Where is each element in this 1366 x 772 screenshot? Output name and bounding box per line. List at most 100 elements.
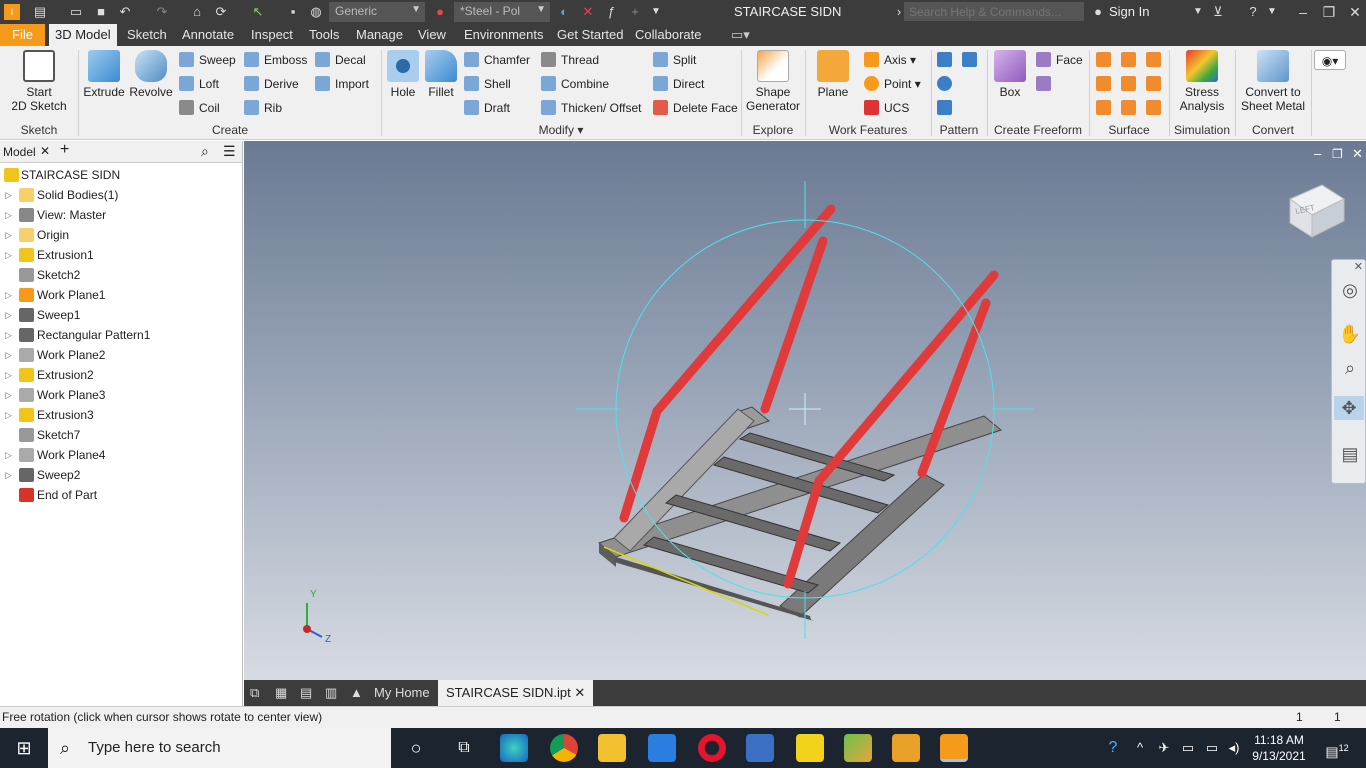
surface-thicken-button[interactable] — [1096, 50, 1116, 70]
mirror-button[interactable] — [962, 50, 982, 70]
customize-dropdown-icon[interactable]: ▼ — [648, 4, 664, 20]
staircase-model[interactable] — [597, 406, 1003, 621]
material-dropdown[interactable]: Generic ▼ — [329, 2, 425, 22]
patch-button[interactable] — [1121, 50, 1141, 70]
shape-generator-button[interactable]: Shape Generator — [744, 50, 802, 113]
adjust-icon[interactable]: ◐ — [556, 4, 572, 20]
taskbar-search-box[interactable]: ⌕ Type here to search — [48, 728, 391, 768]
rectangular-pattern-button[interactable] — [937, 50, 957, 70]
import-button[interactable]: Import — [315, 74, 369, 94]
stack-app-icon[interactable] — [844, 734, 872, 762]
help-search-input[interactable] — [904, 2, 1084, 21]
tab-list-icon[interactable]: ▲ — [346, 680, 367, 706]
active-document-tab[interactable]: STAIRCASE SIDN.ipt ✕ — [438, 680, 594, 706]
file-explorer-icon[interactable] — [598, 734, 626, 762]
chamfer-button[interactable]: Chamfer — [464, 50, 530, 70]
navbar-close-icon[interactable]: ✕ — [1354, 260, 1363, 273]
select-icon[interactable]: ↖ — [250, 4, 266, 20]
tray-expand-icon[interactable]: ^ — [1132, 728, 1148, 768]
circular-pattern-button[interactable] — [937, 74, 957, 94]
plus-icon[interactable]: + — [627, 4, 643, 20]
tile-vertical-icon[interactable]: ▥ — [321, 680, 341, 706]
browser-close-icon[interactable]: ✕ — [40, 144, 50, 158]
start-2d-sketch-button[interactable]: Start 2D Sketch — [8, 50, 70, 113]
color-wheel-icon[interactable]: ● — [432, 4, 448, 20]
tab-view[interactable]: View — [412, 24, 452, 46]
rib-button[interactable]: Rib — [244, 98, 282, 118]
tab-3d-model[interactable]: 3D Model — [49, 24, 117, 46]
tab-annotate[interactable]: Annotate — [176, 24, 240, 46]
extend-button[interactable] — [1146, 74, 1166, 94]
sign-in-link[interactable]: Sign In — [1109, 4, 1149, 19]
derive-button[interactable]: Derive — [244, 74, 299, 94]
tab-environments[interactable]: Environments — [458, 24, 549, 46]
face-button[interactable]: Face — [1036, 50, 1083, 70]
viewport-close-icon[interactable]: ✕ — [1352, 146, 1363, 161]
inventor-taskbar-icon[interactable] — [940, 734, 968, 762]
expand-icon[interactable]: ▷ — [5, 345, 12, 365]
draft-button[interactable]: Draft — [464, 98, 510, 118]
box-button[interactable]: Box — [990, 50, 1030, 99]
minimize-icon[interactable]: – — [1292, 2, 1314, 22]
repair-bodies-button[interactable] — [1121, 98, 1141, 118]
tab-sketch[interactable]: Sketch — [121, 24, 173, 46]
browser-add-tab-icon[interactable]: + — [60, 141, 69, 159]
tab-get-started[interactable]: Get Started — [551, 24, 629, 46]
search-app-icon[interactable] — [892, 734, 920, 762]
shell-button[interactable]: Shell — [464, 74, 511, 94]
emboss-button[interactable]: Emboss — [244, 50, 307, 70]
tab-inspect[interactable]: Inspect — [245, 24, 299, 46]
network-off-icon[interactable]: ✈ — [1154, 728, 1174, 768]
browser-search-icon[interactable]: ⌕ — [201, 143, 209, 160]
tab-tools[interactable]: Tools — [303, 24, 345, 46]
convert-sheet-metal-button[interactable]: Convert to Sheet Metal — [1238, 50, 1308, 113]
pdf-app-icon[interactable] — [796, 734, 824, 762]
extrude-button[interactable]: Extrude — [83, 50, 125, 99]
delete-face-button[interactable]: Delete Face — [653, 98, 738, 118]
maximize-icon[interactable]: ❐ — [1318, 2, 1340, 22]
expand-icon[interactable]: ▷ — [5, 385, 12, 405]
point-button[interactable]: Point ▾ — [864, 74, 921, 94]
tab-collaborate[interactable]: Collaborate — [629, 24, 708, 46]
plane-button[interactable]: Plane — [812, 50, 854, 99]
zoom-icon[interactable]: ⌕ — [1338, 356, 1362, 380]
hole-button[interactable]: Hole — [385, 50, 421, 99]
sweep-button[interactable]: Sweep — [179, 50, 236, 70]
edge-icon[interactable] — [500, 734, 528, 762]
display-tray-icon[interactable]: ▭ — [1178, 728, 1198, 768]
undo-icon[interactable]: ↶ — [117, 4, 133, 20]
fx-icon[interactable]: ƒ — [603, 4, 619, 20]
trim-button[interactable] — [1121, 74, 1141, 94]
expand-icon[interactable]: ▷ — [5, 185, 12, 205]
open-file-icon[interactable]: ▭ — [68, 4, 84, 20]
inventor-logo-icon[interactable]: I — [4, 4, 20, 20]
expand-icon[interactable]: ▷ — [5, 245, 12, 265]
axis-button[interactable]: Axis ▾ — [864, 50, 916, 70]
notifications-icon[interactable]: ▤12 — [1322, 728, 1352, 768]
panel-modify-label[interactable]: Modify ▾ — [382, 123, 740, 137]
ribbon-options-icon[interactable]: ▭▾ — [725, 24, 756, 46]
split-button[interactable]: Split — [653, 50, 696, 70]
browser-tab-model[interactable]: Model — [3, 145, 36, 159]
orbit-icon[interactable]: ✥ — [1334, 396, 1364, 420]
chrome-icon[interactable] — [550, 734, 578, 762]
update-icon[interactable]: ⟳ — [213, 4, 229, 20]
clock[interactable]: 11:18 AM 9/13/2021 — [1250, 728, 1308, 768]
appearance-dropdown[interactable]: *Steel - Pol ▼ — [454, 2, 550, 22]
freeform-more-button[interactable] — [1036, 74, 1056, 94]
combine-button[interactable]: Combine — [541, 74, 609, 94]
replace-face-button[interactable] — [1096, 98, 1116, 118]
opera-icon[interactable] — [698, 734, 726, 762]
model-canvas[interactable]: Y Z LEFT – ❐ ✕ — [244, 141, 1366, 680]
look-at-icon[interactable]: ▤ — [1338, 442, 1362, 466]
expand-icon[interactable]: ▷ — [5, 285, 12, 305]
clear-icon[interactable]: ✕ — [580, 4, 596, 20]
redo-icon[interactable]: ↷ — [154, 4, 170, 20]
volume-icon[interactable]: ◂) — [1224, 728, 1244, 768]
task-view-icon[interactable]: ⧉ — [452, 728, 476, 768]
mail-icon[interactable] — [648, 734, 676, 762]
revolve-button[interactable]: Revolve — [128, 50, 174, 99]
cortana-icon[interactable]: ○ — [404, 728, 428, 768]
direct-button[interactable]: Direct — [653, 74, 704, 94]
thicken-offset-button[interactable]: Thicken/ Offset — [541, 98, 641, 118]
